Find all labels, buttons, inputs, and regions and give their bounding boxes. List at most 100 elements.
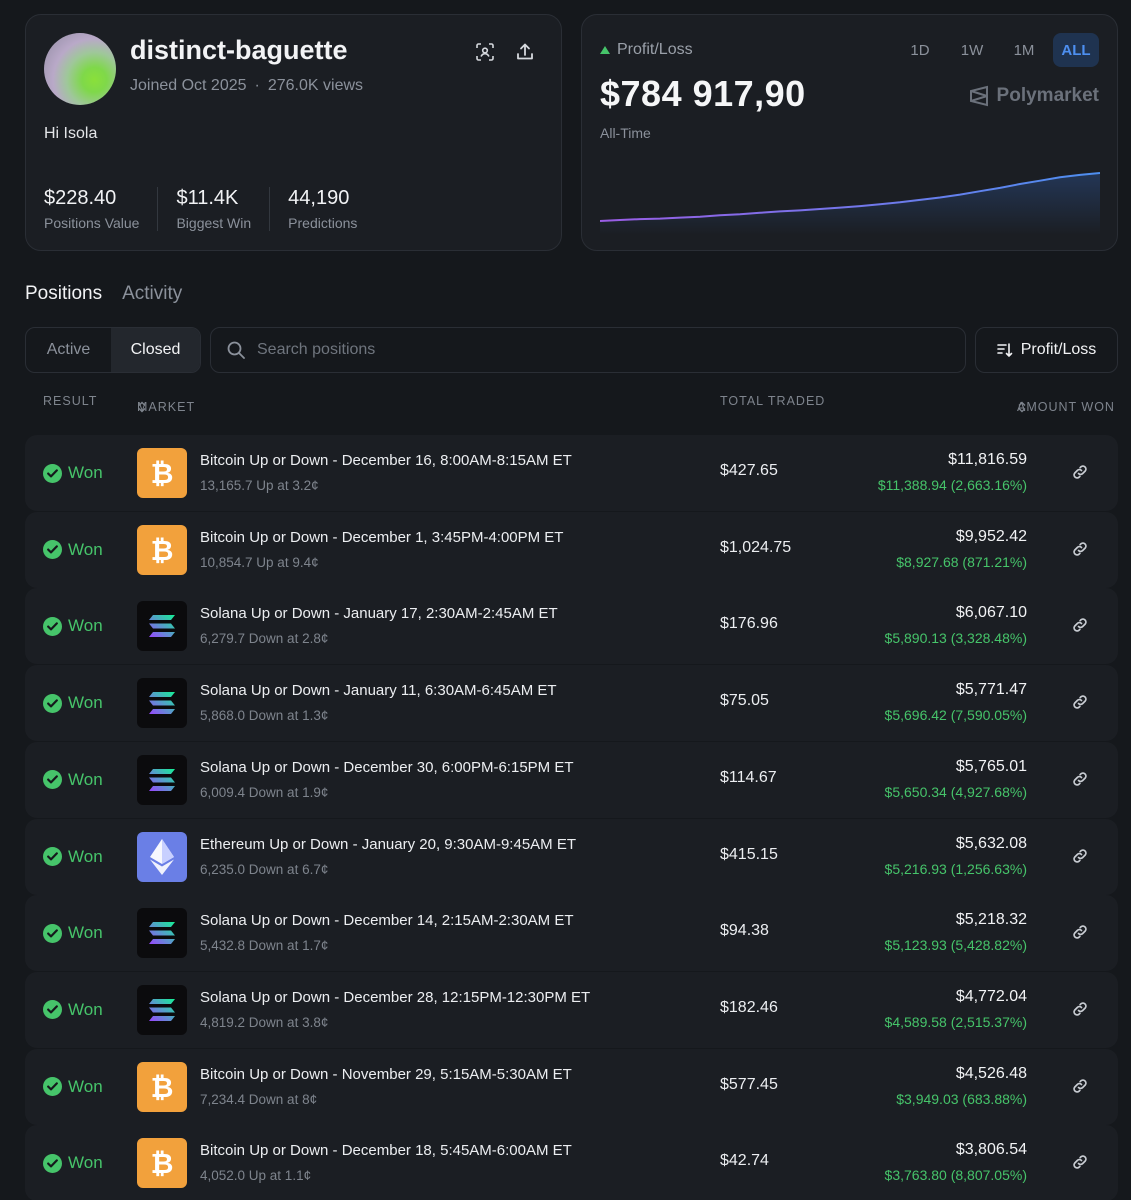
link-icon[interactable] <box>1071 1077 1091 1097</box>
header-market-label: MARKET <box>137 400 196 414</box>
table-row[interactable]: Won ₿ Bitcoin Up or Down - November 29, 5:… <box>25 1048 1118 1125</box>
sort-icon <box>996 343 1013 358</box>
amount-won: $5,632.08 <box>955 834 1027 852</box>
avatar[interactable] <box>44 33 116 105</box>
link-icon[interactable] <box>1071 616 1091 636</box>
table-row[interactable]: Won ₿ Bitcoin Up or Down - December 1, 3:4… <box>25 511 1118 588</box>
market-position: 4,819.2 Down at 3.8¢ <box>200 1014 329 1030</box>
total-traded: $577.45 <box>720 1075 778 1093</box>
market-position: 6,235.0 Down at 6.7¢ <box>200 861 329 877</box>
table-row[interactable]: Won Ethereum Up or Down - January 20, 9:3… <box>25 818 1118 895</box>
username: distinct-baguette <box>130 35 348 65</box>
bitcoin-logo-icon: ₿ <box>137 524 187 575</box>
table-row[interactable]: Won Solana Up or Down - December 28, 12:1… <box>25 971 1118 1048</box>
polymarket-logo-icon <box>969 85 988 107</box>
market-title[interactable]: Bitcoin Up or Down - December 1, 3:45PM-… <box>200 529 563 546</box>
link-icon[interactable] <box>1071 540 1091 560</box>
tab-activity[interactable]: Activity <box>122 283 182 305</box>
search-input[interactable] <box>257 341 937 359</box>
filter-closed[interactable]: Closed <box>111 328 200 372</box>
link-icon[interactable] <box>1071 847 1091 867</box>
filter-active[interactable]: Active <box>26 328 111 372</box>
result-label: Won <box>68 463 103 482</box>
profit-gain: $5,650.34 (4,927.68%) <box>884 783 1027 800</box>
market-title[interactable]: Bitcoin Up or Down - November 29, 5:15AM… <box>200 1066 572 1083</box>
range-all[interactable]: ALL <box>1053 33 1099 67</box>
header-amount-won[interactable]: AMOUNT WON <box>1017 400 1114 414</box>
result-label: Won <box>68 846 103 866</box>
result-label: Won <box>68 1076 103 1096</box>
amount-won: $5,771.47 <box>955 681 1027 699</box>
result-badge: Won <box>43 693 103 713</box>
amount-won: $4,772.04 <box>955 987 1027 1005</box>
search-box <box>210 327 966 373</box>
market-title[interactable]: Bitcoin Up or Down - December 18, 5:45AM… <box>200 1142 572 1159</box>
search-icon <box>227 341 245 359</box>
check-circle-icon <box>43 540 62 560</box>
sort-button[interactable]: Profit/Loss <box>975 327 1118 373</box>
result-label: Won <box>68 693 103 713</box>
solana-logo-icon <box>137 678 187 729</box>
link-icon[interactable] <box>1071 1000 1091 1020</box>
stat-biggest-win: $11.4K Biggest Win <box>176 187 271 231</box>
result-badge: Won <box>43 1077 103 1097</box>
market-position: 6,279.7 Down at 2.8¢ <box>200 631 329 647</box>
check-circle-icon <box>43 1000 62 1020</box>
result-badge: Won <box>43 1000 103 1020</box>
sort-label: Profit/Loss <box>1020 341 1097 358</box>
share-icon[interactable] <box>514 41 536 63</box>
link-icon[interactable] <box>1071 770 1091 790</box>
up-triangle-icon <box>600 46 610 54</box>
pnl-card: Profit/Loss $784 917,90 All-Time 1D 1W 1… <box>581 14 1118 251</box>
total-traded: $415.15 <box>720 845 778 863</box>
stat-label: Biggest Win <box>176 215 252 231</box>
header-market[interactable]: MARKET <box>137 400 194 414</box>
range-1m[interactable]: 1M <box>1001 33 1047 67</box>
link-icon[interactable] <box>1071 693 1091 713</box>
stat-label: Predictions <box>288 215 358 231</box>
result-label: Won <box>68 769 103 789</box>
link-icon[interactable] <box>1071 463 1091 483</box>
amount-won: $5,218.32 <box>955 911 1027 929</box>
tab-positions[interactable]: Positions <box>25 283 102 305</box>
amount-won: $9,952.42 <box>955 527 1027 545</box>
total-traded: $176.96 <box>720 615 778 633</box>
table-row[interactable]: Won ₿ Bitcoin Up or Down - December 18, 5:… <box>25 1125 1118 1200</box>
range-selector: 1D 1W 1M ALL <box>897 33 1099 67</box>
link-icon[interactable] <box>1071 1153 1091 1173</box>
table-row[interactable]: Won Solana Up or Down - January 17, 2:30A… <box>25 588 1118 665</box>
profit-gain: $5,696.42 (7,590.05%) <box>884 707 1027 724</box>
profile-meta: Joined Oct 2025 · 276.0K views <box>130 77 363 95</box>
check-circle-icon <box>43 847 62 866</box>
bio: Hi Isola <box>44 125 98 142</box>
range-1d[interactable]: 1D <box>897 33 943 67</box>
result-badge: Won <box>43 770 103 790</box>
range-1w[interactable]: 1W <box>949 33 995 67</box>
profit-gain: $11,388.94 (2,663.16%) <box>877 477 1027 493</box>
table-row[interactable]: Won Solana Up or Down - December 14, 2:15… <box>25 895 1118 972</box>
total-traded: $114.67 <box>720 768 777 786</box>
pnl-period: All-Time <box>600 125 651 141</box>
table-row[interactable]: Won Solana Up or Down - January 11, 6:30A… <box>25 665 1118 742</box>
market-title[interactable]: Solana Up or Down - December 14, 2:15AM-… <box>200 912 574 929</box>
result-label: Won <box>68 1153 103 1173</box>
link-icon[interactable] <box>1071 923 1091 943</box>
market-position: 5,868.0 Down at 1.3¢ <box>200 708 329 724</box>
scan-icon[interactable] <box>474 41 496 63</box>
profit-gain: $5,216.93 (1,256.63%) <box>884 860 1027 877</box>
result-badge: Won <box>43 540 103 560</box>
market-title[interactable]: Ethereum Up or Down - January 20, 9:30AM… <box>200 836 576 853</box>
market-title[interactable]: Bitcoin Up or Down - December 16, 8:00AM… <box>200 452 572 469</box>
market-title[interactable]: Solana Up or Down - January 17, 2:30AM-2… <box>200 605 558 622</box>
pnl-chart <box>600 172 1100 235</box>
main-tabs: Positions Activity <box>25 283 182 305</box>
table-row[interactable]: Won ₿ Bitcoin Up or Down - December 16, 8:… <box>25 435 1118 511</box>
market-title[interactable]: Solana Up or Down - December 30, 6:00PM-… <box>200 759 574 776</box>
table-row[interactable]: Won Solana Up or Down - December 30, 6:00… <box>25 741 1118 818</box>
market-title[interactable]: Solana Up or Down - December 28, 12:15PM… <box>200 989 590 1006</box>
solana-logo-icon <box>137 908 187 959</box>
market-title[interactable]: Solana Up or Down - January 11, 6:30AM-6… <box>200 682 557 699</box>
market-position: 6,009.4 Down at 1.9¢ <box>200 784 329 800</box>
ethereum-logo-icon <box>137 831 187 882</box>
stat-value: $11.4K <box>176 187 239 209</box>
